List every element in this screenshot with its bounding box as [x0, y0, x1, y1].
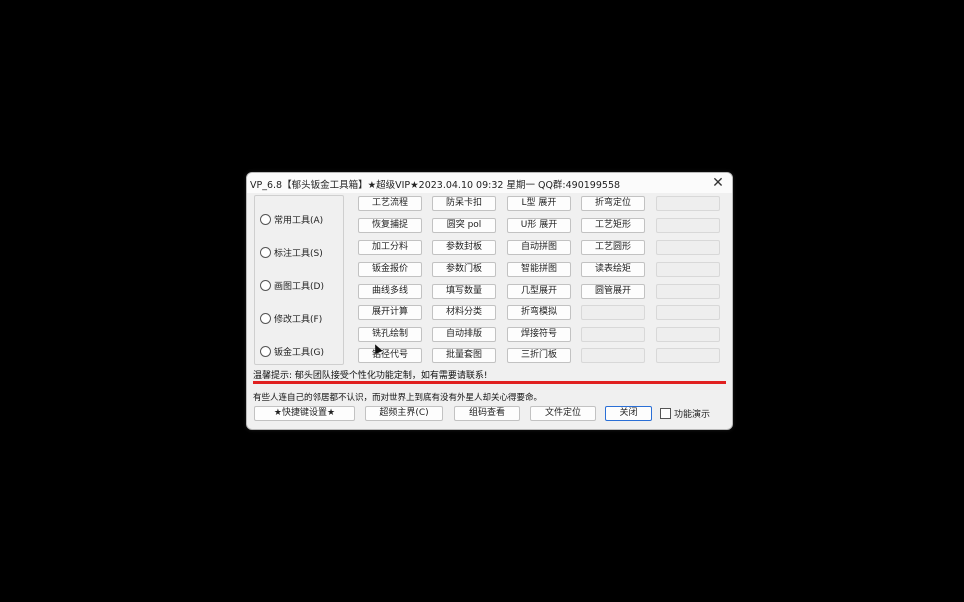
tool-button[interactable]: 自动排版 — [432, 327, 496, 342]
tool-button-empty — [581, 327, 645, 342]
file-locate-button[interactable]: 文件定位 — [530, 406, 596, 421]
tool-button-empty — [656, 305, 720, 320]
tool-button[interactable]: 圆管展开 — [581, 284, 645, 299]
tool-button[interactable]: 铣孔绘制 — [358, 327, 422, 342]
tool-button-empty — [656, 262, 720, 277]
tool-button[interactable]: 圆突 pol — [432, 218, 496, 233]
close-icon[interactable]: ✕ — [710, 174, 726, 192]
tool-button[interactable]: 焊接符号 — [507, 327, 571, 342]
tool-button[interactable]: 批量套图 — [432, 348, 496, 363]
tool-button[interactable]: 展开计算 — [358, 305, 422, 320]
tool-button[interactable]: 填写数量 — [432, 284, 496, 299]
radio-common-tools[interactable]: 常用工具(A) — [260, 212, 323, 226]
tool-button-empty — [656, 218, 720, 233]
tool-button[interactable]: 工艺圆形 — [581, 240, 645, 255]
demo-checkbox[interactable]: 功能演示 — [660, 407, 710, 420]
tool-button[interactable]: 防呆卡扣 — [432, 196, 496, 211]
tool-button[interactable]: 加工分料 — [358, 240, 422, 255]
radio-drawing-tools[interactable]: 画图工具(D) — [260, 278, 324, 292]
radio-label: 钣金工具(G) — [274, 347, 324, 358]
tool-button[interactable]: 读表绘矩 — [581, 262, 645, 277]
tool-button-empty — [656, 327, 720, 342]
demo-checkbox-label: 功能演示 — [674, 410, 711, 420]
tool-button[interactable]: 工艺矩形 — [581, 218, 645, 233]
tool-button[interactable]: 钻径代号 — [358, 348, 422, 363]
tool-button[interactable]: 材料分类 — [432, 305, 496, 320]
tool-button[interactable]: U形 展开 — [507, 218, 571, 233]
radio-modify-tools[interactable]: 修改工具(F) — [260, 311, 322, 325]
tool-button-empty — [581, 305, 645, 320]
tool-button[interactable]: 几型展开 — [507, 284, 571, 299]
tool-button[interactable]: 恢复捕捉 — [358, 218, 422, 233]
radio-circle-icon — [260, 279, 271, 291]
divider-line — [253, 381, 726, 384]
tool-button[interactable]: 折弯定位 — [581, 196, 645, 211]
overclock-main-button[interactable]: 超频主界(C) — [365, 406, 443, 421]
tool-button-empty — [656, 284, 720, 299]
radio-dimension-tools[interactable]: 标注工具(S) — [260, 245, 323, 259]
radio-circle-icon — [260, 312, 271, 324]
quote-text: 有些人连自己的邻居都不认识，而对世界上到底有没有外星人却关心得要命。 — [253, 393, 543, 403]
tool-button[interactable]: 工艺流程 — [358, 196, 422, 211]
close-button[interactable]: 关闭 — [605, 406, 652, 421]
tool-button[interactable]: 参数封板 — [432, 240, 496, 255]
tool-button[interactable]: 参数门板 — [432, 262, 496, 277]
tool-button[interactable]: 曲线多线 — [358, 284, 422, 299]
radio-sheetmetal-tools[interactable]: 钣金工具(G) — [260, 344, 324, 358]
tool-category-group: 常用工具(A) 标注工具(S) 画图工具(D) 修改工具(F) 钣金工具(G) — [254, 195, 344, 365]
tool-button[interactable]: 智能拼图 — [507, 262, 571, 277]
radio-label: 标注工具(S) — [274, 248, 323, 259]
window-title: VP_6.8【郁头钣金工具箱】★超级VIP★2023.04.10 09:32 星… — [250, 180, 621, 191]
tool-button[interactable]: 钣金报价 — [358, 262, 422, 277]
tool-button-empty — [656, 348, 720, 363]
checkbox-icon — [660, 408, 671, 419]
tool-button[interactable]: 自动拼图 — [507, 240, 571, 255]
tool-button-empty — [581, 348, 645, 363]
group-code-button[interactable]: 组码查看 — [454, 406, 520, 421]
radio-circle-icon — [260, 246, 271, 258]
radio-circle-icon — [260, 213, 271, 225]
shortcut-settings-button[interactable]: ★快捷键设置★ — [254, 406, 355, 421]
radio-label: 常用工具(A) — [274, 215, 324, 226]
title-bar: VP_6.8【郁头钣金工具箱】★超级VIP★2023.04.10 09:32 星… — [247, 173, 732, 193]
tip-text: 温馨提示: 郁头团队接受个性化功能定制，如有需要请联系! — [253, 371, 488, 381]
radio-label: 修改工具(F) — [274, 314, 323, 325]
radio-label: 画图工具(D) — [274, 281, 324, 292]
tool-button[interactable]: L型 展开 — [507, 196, 571, 211]
tool-button[interactable]: 折弯模拟 — [507, 305, 571, 320]
radio-circle-icon — [260, 345, 271, 357]
tool-button-empty — [656, 240, 720, 255]
tool-button[interactable]: 三折门板 — [507, 348, 571, 363]
tool-button-empty — [656, 196, 720, 211]
main-dialog: VP_6.8【郁头钣金工具箱】★超级VIP★2023.04.10 09:32 星… — [246, 172, 733, 430]
